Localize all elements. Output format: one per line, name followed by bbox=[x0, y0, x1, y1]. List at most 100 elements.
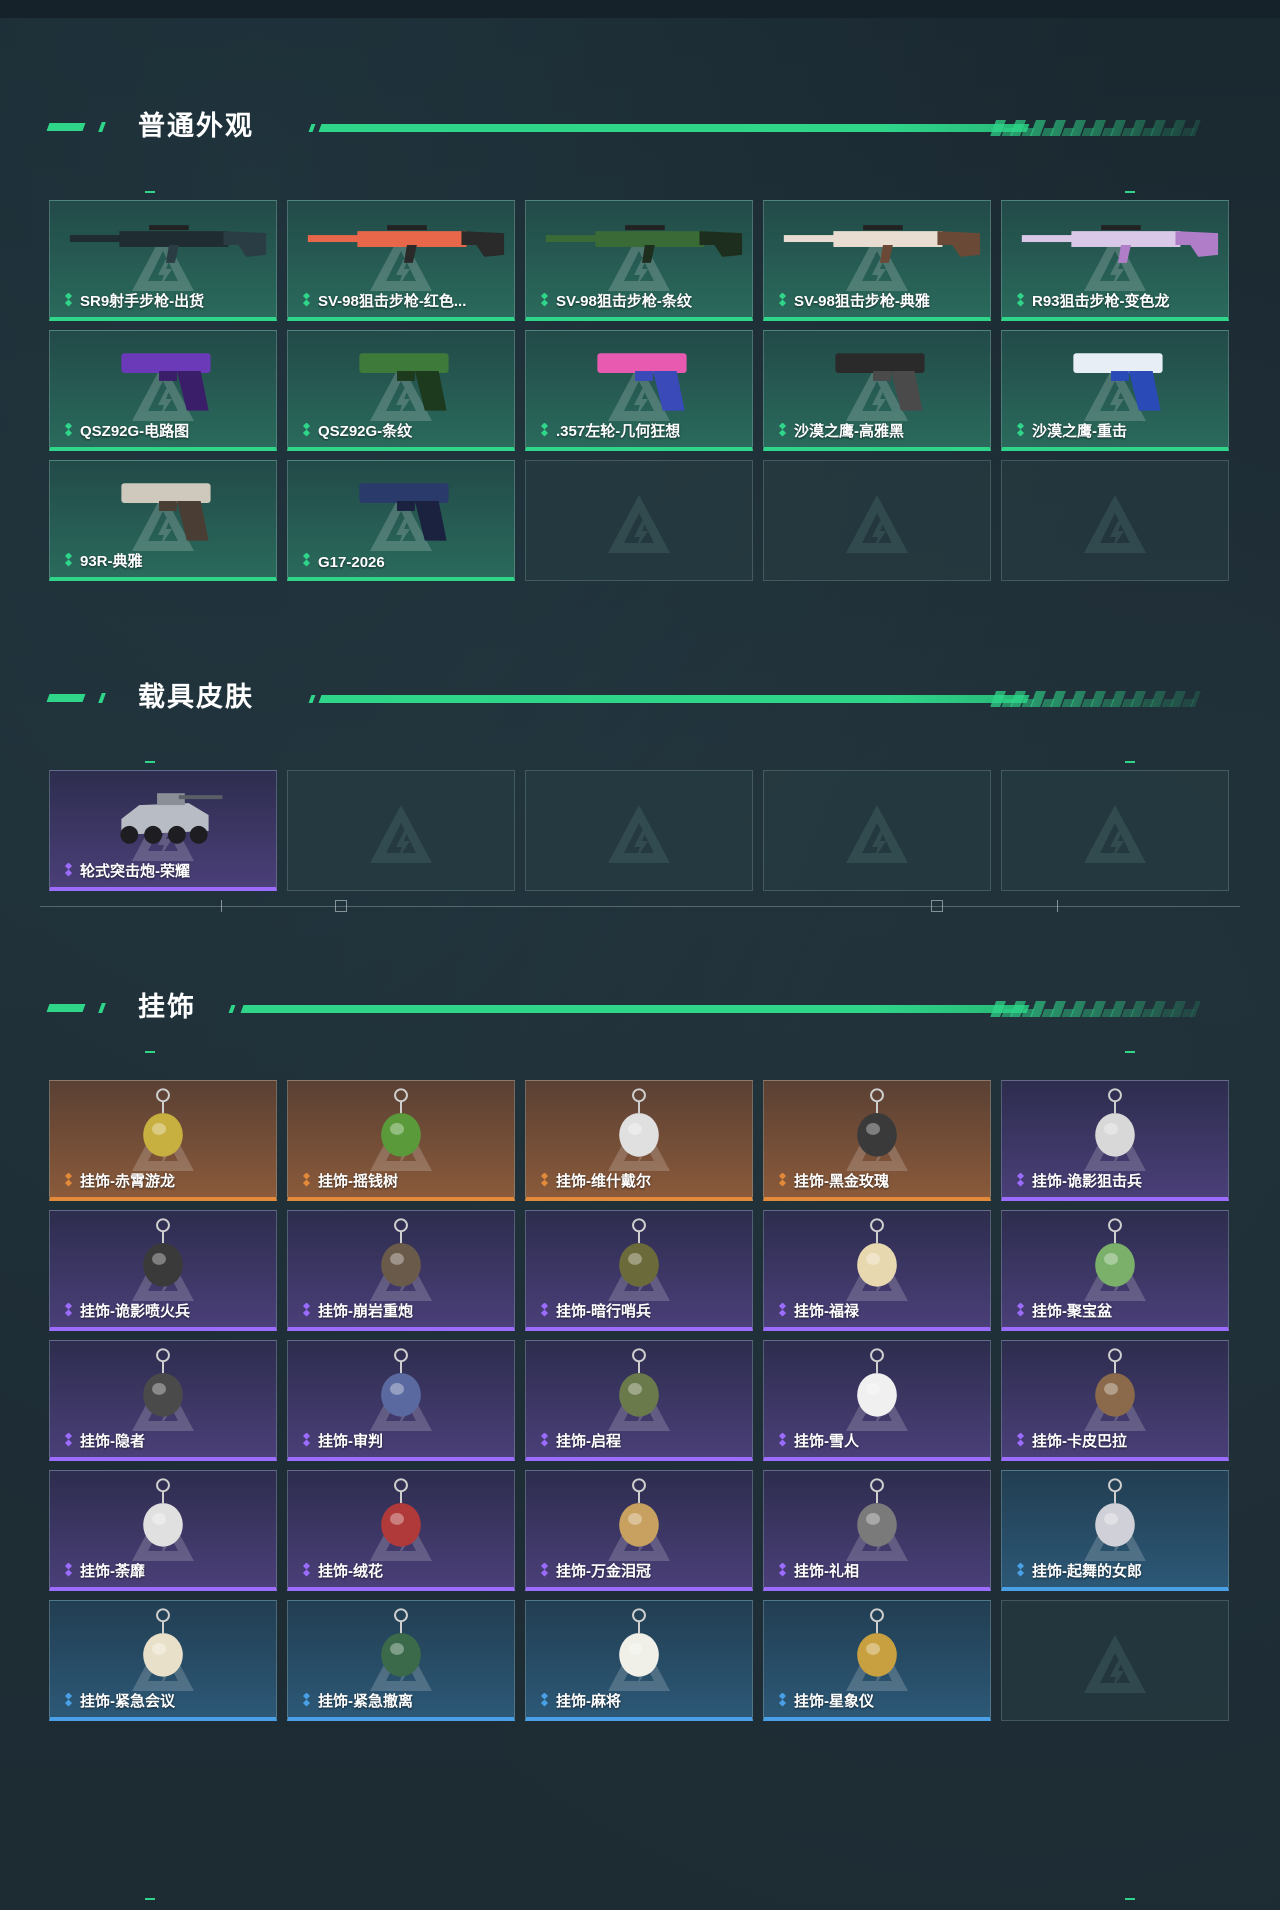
rarity-diamond-icon bbox=[302, 1563, 311, 1577]
item-label: 轮式突击炮-荣耀 bbox=[80, 863, 190, 880]
rarity-diamond-icon bbox=[64, 1433, 73, 1447]
empty-slot bbox=[525, 460, 753, 581]
corner-mark bbox=[145, 1051, 155, 1053]
item-card[interactable]: 挂饰-摇钱树 bbox=[287, 1080, 515, 1201]
pistol-silver-icon bbox=[121, 483, 211, 541]
item-label: R93狙击步枪-变色龙 bbox=[1032, 293, 1170, 310]
item-label: SV-98狙击步枪-条纹 bbox=[556, 293, 692, 310]
item-card[interactable]: 挂饰-审判 bbox=[287, 1340, 515, 1461]
corner-mark bbox=[145, 1898, 155, 1900]
rarity-diamond-icon bbox=[64, 423, 73, 437]
item-card[interactable]: 93R-典雅 bbox=[49, 460, 277, 581]
item-card[interactable]: 挂饰-起舞的女郎 bbox=[1001, 1470, 1229, 1591]
item-card[interactable]: 挂饰-聚宝盆 bbox=[1001, 1210, 1229, 1331]
section-header-charms: 挂饰 bbox=[46, 987, 1201, 1027]
vehicle-icon bbox=[120, 793, 223, 844]
charm-icon bbox=[143, 1218, 183, 1287]
watermark-logo-icon bbox=[1084, 494, 1146, 553]
item-card[interactable]: 挂饰-暗行哨兵 bbox=[525, 1210, 753, 1331]
item-card[interactable]: 挂饰-荼靡 bbox=[49, 1470, 277, 1591]
top-bar bbox=[0, 0, 1280, 18]
sniper-red-icon bbox=[307, 225, 505, 263]
item-card[interactable]: 挂饰-麻将 bbox=[525, 1600, 753, 1721]
rarity-diamond-icon bbox=[778, 1693, 787, 1707]
item-card[interactable]: 挂饰-福禄 bbox=[763, 1210, 991, 1331]
item-card[interactable]: G17-2026 bbox=[287, 460, 515, 581]
item-card[interactable]: 沙漠之鹰-重击 bbox=[1001, 330, 1229, 451]
item-card[interactable]: 轮式突击炮-荣耀 bbox=[49, 770, 277, 891]
header-accent bbox=[308, 695, 316, 703]
item-card[interactable]: 挂饰-崩岩重炮 bbox=[287, 1210, 515, 1331]
item-label: 挂饰-赤霄游龙 bbox=[80, 1173, 175, 1190]
item-card[interactable]: 挂饰-卡皮巴拉 bbox=[1001, 1340, 1229, 1461]
section-title: 普通外观 bbox=[138, 111, 254, 141]
charm-icon bbox=[143, 1348, 183, 1417]
item-card[interactable]: 沙漠之鹰-高雅黑 bbox=[763, 330, 991, 451]
header-accent bbox=[46, 694, 86, 702]
divider bbox=[40, 906, 1240, 907]
charm-icon bbox=[381, 1218, 421, 1287]
charm-icon bbox=[143, 1478, 183, 1547]
charm-icon bbox=[1095, 1218, 1135, 1287]
item-label: G17-2026 bbox=[318, 554, 385, 571]
header-accent bbox=[228, 1005, 236, 1013]
item-label: 挂饰-黑金玫瑰 bbox=[794, 1173, 889, 1190]
rifle-dark-icon bbox=[69, 225, 267, 263]
item-card[interactable]: SV-98狙击步枪-条纹 bbox=[525, 200, 753, 321]
item-label: 挂饰-诡影喷火兵 bbox=[80, 1303, 190, 1320]
item-card[interactable]: 挂饰-星象仪 bbox=[763, 1600, 991, 1721]
item-label: 挂饰-紧急撤离 bbox=[318, 1693, 413, 1710]
item-card[interactable]: QSZ92G-条纹 bbox=[287, 330, 515, 451]
item-card[interactable]: 挂饰-诡影狙击兵 bbox=[1001, 1080, 1229, 1201]
item-card[interactable]: SV-98狙击步枪-典雅 bbox=[763, 200, 991, 321]
watermark-logo-icon bbox=[370, 804, 432, 863]
item-card[interactable]: SR9射手步枪-出货 bbox=[49, 200, 277, 321]
item-card[interactable]: R93狙击步枪-变色龙 bbox=[1001, 200, 1229, 321]
item-card[interactable]: 挂饰-绒花 bbox=[287, 1470, 515, 1591]
section-title: 载具皮肤 bbox=[138, 682, 254, 712]
item-label: 挂饰-审判 bbox=[318, 1433, 383, 1450]
item-card[interactable]: 挂饰-启程 bbox=[525, 1340, 753, 1461]
item-card[interactable]: SV-98狙击步枪-红色... bbox=[287, 200, 515, 321]
weapon-skin-grid: SR9射手步枪-出货 SV-98狙击步枪-红色... SV-98狙击步枪-条纹 SV-… bbox=[49, 200, 1229, 581]
rarity-diamond-icon bbox=[540, 1433, 549, 1447]
header-bar bbox=[240, 1005, 1030, 1013]
rarity-diamond-icon bbox=[540, 293, 549, 307]
charm-icon bbox=[857, 1218, 897, 1287]
item-card[interactable]: QSZ92G-电路图 bbox=[49, 330, 277, 451]
corner-mark bbox=[145, 191, 155, 193]
section-header-vehicle-skins: 载具皮肤 bbox=[46, 677, 1201, 717]
rarity-diamond-icon bbox=[302, 423, 311, 437]
header-accent bbox=[98, 1003, 106, 1013]
charm-icon bbox=[619, 1218, 659, 1287]
item-card[interactable]: 挂饰-黑金玫瑰 bbox=[763, 1080, 991, 1201]
item-label: 挂饰-启程 bbox=[556, 1433, 621, 1450]
rarity-diamond-icon bbox=[302, 1173, 311, 1187]
rarity-diamond-icon bbox=[302, 1693, 311, 1707]
item-label: 挂饰-麻将 bbox=[556, 1693, 621, 1710]
item-label: 沙漠之鹰-重击 bbox=[1032, 423, 1127, 440]
item-card[interactable]: 挂饰-紧急会议 bbox=[49, 1600, 277, 1721]
item-card[interactable]: 挂饰-万金泪冠 bbox=[525, 1470, 753, 1591]
item-label: 挂饰-暗行哨兵 bbox=[556, 1303, 651, 1320]
item-card[interactable]: 挂饰-礼相 bbox=[763, 1470, 991, 1591]
item-card[interactable]: .357左轮-几何狂想 bbox=[525, 330, 753, 451]
sniper-white-icon bbox=[783, 225, 981, 263]
watermark-logo-icon bbox=[1084, 804, 1146, 863]
item-card[interactable]: 挂饰-诡影喷火兵 bbox=[49, 1210, 277, 1331]
sniper-camo-icon bbox=[545, 225, 743, 263]
divider-marker bbox=[931, 900, 943, 912]
item-card[interactable]: 挂饰-雪人 bbox=[763, 1340, 991, 1461]
item-card[interactable]: 挂饰-紧急撤离 bbox=[287, 1600, 515, 1721]
item-card[interactable]: 挂饰-维什戴尔 bbox=[525, 1080, 753, 1201]
corner-mark bbox=[1125, 1051, 1135, 1053]
item-card[interactable]: 挂饰-隐者 bbox=[49, 1340, 277, 1461]
charm-icon bbox=[1095, 1478, 1135, 1547]
item-label: 挂饰-诡影狙击兵 bbox=[1032, 1173, 1142, 1190]
rarity-diamond-icon bbox=[778, 423, 787, 437]
item-label: 挂饰-福禄 bbox=[794, 1303, 859, 1320]
rarity-diamond-icon bbox=[302, 293, 311, 307]
charm-icon bbox=[619, 1348, 659, 1417]
item-card[interactable]: 挂饰-赤霄游龙 bbox=[49, 1080, 277, 1201]
pistol-camo-icon bbox=[359, 353, 449, 411]
